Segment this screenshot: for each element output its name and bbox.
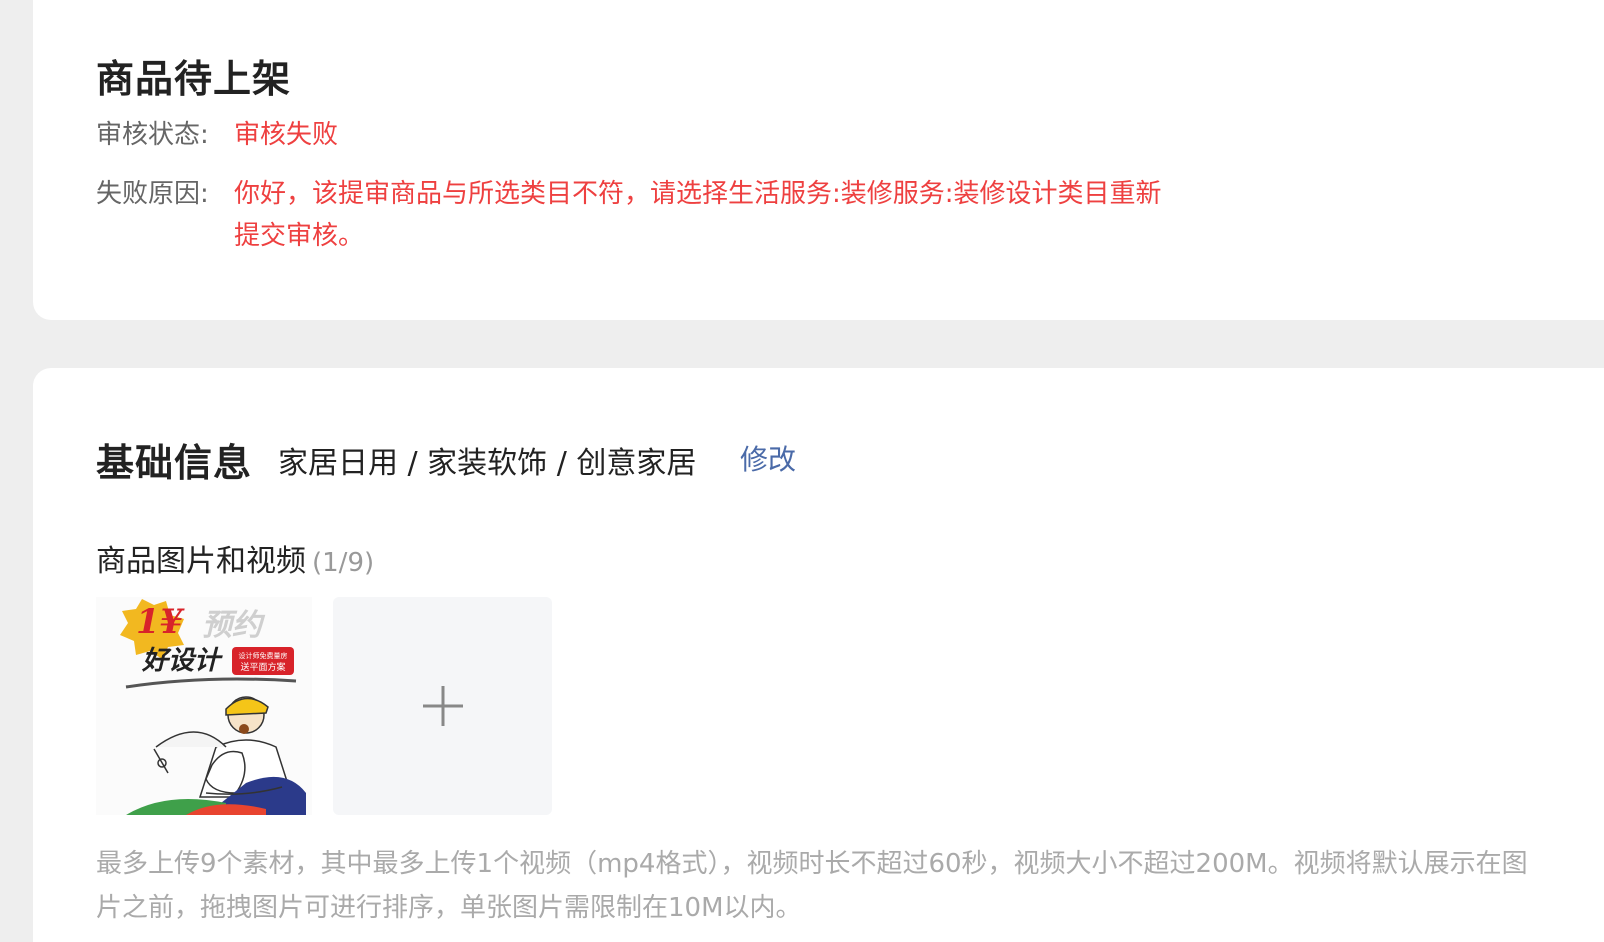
thumb-badge-line1: 设计师免费量房 [239,651,288,660]
media-title-text: 商品图片和视频 [96,544,306,579]
thumb-promo: 预约 [202,608,266,643]
thumb-price: 1¥ [136,602,186,642]
upload-hint: 最多上传9个素材，其中最多上传1个视频（mp4格式），视频时长不超过60秒，视频… [96,849,1528,923]
product-image: 1¥ 预约 好设计 设计师免费量房 送平面方案 [96,597,312,815]
plus-icon [423,686,463,726]
edit-category-link[interactable]: 修改 [740,438,796,478]
review-status-value: 审核失败 [234,120,339,150]
add-media-button[interactable] [333,597,552,815]
category-path: 家居日用 / 家装软饰 / 创意家居 [278,446,697,481]
failure-reason-row: 失败原因: 你好，该提审商品与所选类目不符，请选择生活服务:装修服务:装修设计类… [96,173,1174,257]
basic-info-title: 基础信息 [96,441,253,485]
thumb-headline: 好设计 [141,646,223,676]
media-count: (1/9) [312,548,375,578]
review-status-row: 审核状态: 审核失败 [96,114,1174,156]
thumb-badge-line2: 送平面方案 [240,661,285,673]
product-image-thumbnail[interactable]: 1¥ 预约 好设计 设计师免费量房 送平面方案 [96,597,312,815]
failure-reason-text: 你好，该提审商品与所选类目不符，请选择生活服务:装修服务:装修设计类目重新提交审… [234,179,1162,251]
failure-reason-label: 失败原因: [96,179,209,209]
media-section-title: 商品图片和视频 (1/9) [96,536,374,580]
review-status-label: 审核状态: [96,120,209,150]
page-title: 商品待上架 [96,57,292,101]
